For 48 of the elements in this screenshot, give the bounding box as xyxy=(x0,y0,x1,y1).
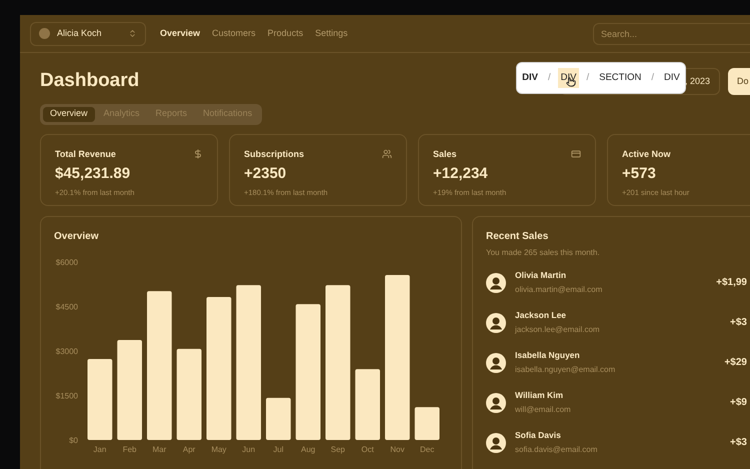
customer-name: William Kim xyxy=(515,389,564,402)
sale-amount: +$1,99 xyxy=(716,276,747,290)
sale-amount: +$29 xyxy=(724,356,747,370)
sale-amount: +$9 xyxy=(730,396,747,410)
axis-label: $4500 xyxy=(56,302,78,311)
stat-value: +2350 xyxy=(244,164,288,184)
card-title: Overview xyxy=(54,230,100,244)
stat-value: $45,231.89 xyxy=(55,164,132,184)
stat-title: Subscriptions xyxy=(244,148,304,161)
team-name: Alicia Koch xyxy=(57,26,103,40)
stat-title: Total Revenue xyxy=(55,148,116,160)
stat-value: +12,234 xyxy=(433,164,489,184)
sale-amount: +$3 xyxy=(730,316,747,330)
breadcrumb-separator: / xyxy=(586,70,590,85)
customer-name: Olivia Martin xyxy=(515,269,568,282)
axis-label: $6000 xyxy=(56,258,78,266)
card-subtitle: You made 265 sales this month. xyxy=(486,246,601,258)
customer-name: Isabella Nguyen xyxy=(515,349,581,362)
axis-label: $0 xyxy=(69,436,78,444)
customer-name: Sofia Davis xyxy=(515,429,562,442)
sale-amount: +$3 xyxy=(730,436,747,450)
axis-label: Jun xyxy=(242,444,256,454)
stat-value: +573 xyxy=(622,164,657,184)
customer-email: jackson.lee@email.com xyxy=(515,324,601,336)
axis-label: Mar xyxy=(152,444,166,454)
axis-label: Nov xyxy=(390,444,404,454)
axis-label: Jan xyxy=(93,444,106,454)
customer-email: isabella.nguyen@email.com xyxy=(515,364,616,376)
axis-label: Feb xyxy=(122,444,137,454)
page-title: Dashboard xyxy=(40,69,140,93)
customer-email: sofia.davis@email.com xyxy=(515,444,598,456)
stat-title: Sales xyxy=(433,148,457,160)
axis-label: $3000 xyxy=(56,346,78,356)
stat-title: Active Now xyxy=(622,148,671,160)
axis-label: Oct xyxy=(361,444,374,454)
axis-label: Apr xyxy=(182,444,196,454)
axis-label: Aug xyxy=(301,444,316,454)
customer-email: olivia.martin@email.com xyxy=(515,284,604,296)
axis-label: Sep xyxy=(330,444,345,454)
customer-email: will@email.com xyxy=(515,404,572,416)
customer-name: Jackson Lee xyxy=(515,309,568,322)
axis-label: May xyxy=(211,444,226,454)
axis-label: Jul xyxy=(273,444,284,454)
axis-label: $1500 xyxy=(56,391,78,400)
card-title: Recent Sales xyxy=(486,230,550,244)
breadcrumb-separator: / xyxy=(651,70,654,85)
axis-label: Dec xyxy=(420,444,434,454)
breadcrumb-separator: / xyxy=(548,70,551,85)
